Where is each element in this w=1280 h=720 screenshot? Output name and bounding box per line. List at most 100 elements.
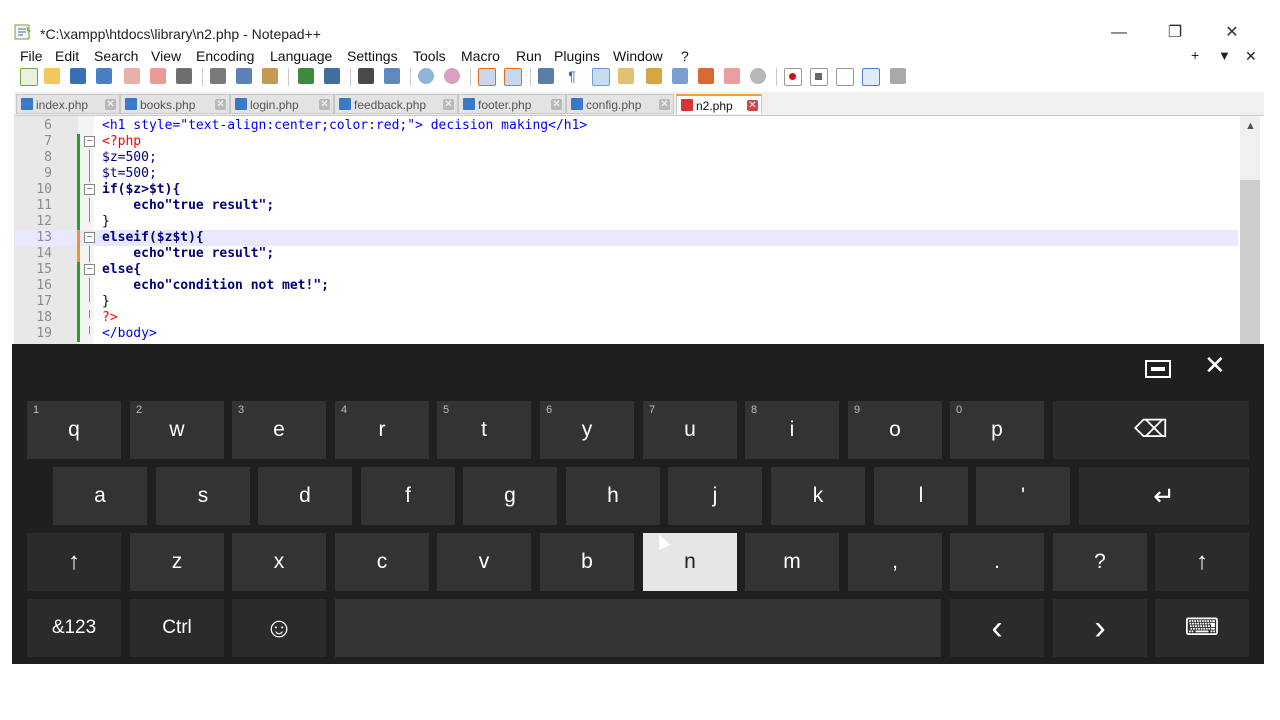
key-u[interactable]: 7u <box>643 401 737 459</box>
doc-map-icon[interactable] <box>646 68 662 84</box>
key-k[interactable]: k <box>771 467 865 525</box>
scrollbar-thumb[interactable] <box>1240 180 1260 344</box>
sync-horizontal-icon[interactable] <box>504 68 522 86</box>
tab-index-php[interactable]: index.php ✕ <box>16 94 120 114</box>
folder-workspace-icon[interactable] <box>698 68 714 84</box>
key-z[interactable]: z <box>130 533 224 591</box>
key-x[interactable]: x <box>232 533 326 591</box>
undo-icon[interactable] <box>298 68 314 84</box>
redo-icon[interactable] <box>324 68 340 84</box>
fold-collapse-icon[interactable]: − <box>84 184 95 195</box>
key-g[interactable]: g <box>463 467 557 525</box>
indent-guide-icon[interactable] <box>592 68 610 86</box>
key-d[interactable]: d <box>258 467 352 525</box>
tab-feedback-php[interactable]: feedback.php ✕ <box>334 94 458 114</box>
tab-footer-php[interactable]: footer.php ✕ <box>458 94 566 114</box>
function-list-icon[interactable] <box>672 68 688 84</box>
new-tab-icon[interactable]: + <box>1191 47 1199 63</box>
key-h[interactable]: h <box>566 467 660 525</box>
left-arrow-key[interactable]: ‹ <box>950 599 1044 657</box>
space-key[interactable] <box>335 599 941 657</box>
word-wrap-icon[interactable] <box>538 68 554 84</box>
key-s[interactable]: s <box>156 467 250 525</box>
key-q[interactable]: 1q <box>27 401 121 459</box>
paste-icon[interactable] <box>262 68 278 84</box>
key-apostrophe[interactable]: ' <box>976 467 1070 525</box>
tab-close-icon[interactable]: ✕ <box>659 99 670 110</box>
close-keyboard-icon[interactable]: ✕ <box>1204 350 1226 381</box>
monitoring-icon[interactable] <box>724 68 740 84</box>
tab-close-icon[interactable]: ✕ <box>319 99 330 110</box>
key-l[interactable]: l <box>874 467 968 525</box>
fold-collapse-icon[interactable]: − <box>84 136 95 147</box>
menu-macro[interactable]: Macro <box>461 48 500 64</box>
enter-key[interactable]: ↵ <box>1079 467 1249 525</box>
menu-edit[interactable]: Edit <box>55 48 79 64</box>
sync-vertical-icon[interactable] <box>478 68 496 86</box>
backspace-key[interactable]: ⌫ <box>1053 401 1249 459</box>
key-w[interactable]: 2w <box>130 401 224 459</box>
tab-close-icon[interactable]: ✕ <box>551 99 562 110</box>
menu-search[interactable]: Search <box>94 48 138 64</box>
close-doc-icon[interactable]: ✕ <box>1245 48 1257 65</box>
cut-icon[interactable] <box>210 68 226 84</box>
key-m[interactable]: m <box>745 533 839 591</box>
record-macro-icon[interactable] <box>784 68 802 86</box>
tab-close-icon[interactable]: ✕ <box>105 99 116 110</box>
close-file-icon[interactable] <box>124 68 140 84</box>
emoji-key[interactable]: ☺ <box>232 599 326 657</box>
tab-list-icon[interactable]: ▼ <box>1218 48 1231 63</box>
key-y[interactable]: 6y <box>540 401 634 459</box>
menu-tools[interactable]: Tools <box>413 48 446 64</box>
fold-collapse-icon[interactable]: − <box>84 264 95 275</box>
ctrl-key[interactable]: Ctrl <box>130 599 224 657</box>
stop-macro-icon[interactable] <box>810 68 828 86</box>
key-r[interactable]: 4r <box>335 401 429 459</box>
key-j[interactable]: j <box>668 467 762 525</box>
find-icon[interactable] <box>358 68 374 84</box>
menu-plugins[interactable]: Plugins <box>554 48 600 64</box>
save-icon[interactable] <box>70 68 86 84</box>
menu-file[interactable]: File <box>20 48 43 64</box>
key-question[interactable]: ? <box>1053 533 1147 591</box>
keyboard-settings-key[interactable]: ⌨ <box>1155 599 1249 657</box>
key-o[interactable]: 9o <box>848 401 942 459</box>
menu-settings[interactable]: Settings <box>347 48 398 64</box>
tab-close-icon[interactable]: ✕ <box>747 100 758 111</box>
run-macro-multiple-icon[interactable] <box>862 68 880 86</box>
restore-button[interactable]: ❐ <box>1152 22 1198 44</box>
tab-config-php[interactable]: config.php ✕ <box>566 94 674 114</box>
code-editor[interactable]: 6 <h1 style="text-align:center;color:red… <box>14 116 1264 344</box>
shift-right-key[interactable]: ↑ <box>1155 533 1249 591</box>
show-all-chars-icon[interactable]: ¶ <box>564 68 580 84</box>
menu-language[interactable]: Language <box>270 48 332 64</box>
shift-left-key[interactable]: ↑ <box>27 533 121 591</box>
key-comma[interactable]: , <box>848 533 942 591</box>
menu-help[interactable]: ? <box>681 48 689 64</box>
key-period[interactable]: . <box>950 533 1044 591</box>
key-t[interactable]: 5t <box>437 401 531 459</box>
close-all-icon[interactable] <box>150 68 166 84</box>
tab-books-php[interactable]: books.php ✕ <box>120 94 230 114</box>
menu-encoding[interactable]: Encoding <box>196 48 254 64</box>
right-arrow-key[interactable]: › <box>1053 599 1147 657</box>
tab-close-icon[interactable]: ✕ <box>443 99 454 110</box>
key-c[interactable]: c <box>335 533 429 591</box>
copy-icon[interactable] <box>236 68 252 84</box>
key-e[interactable]: 3e <box>232 401 326 459</box>
fold-collapse-icon[interactable]: − <box>84 232 95 243</box>
close-button[interactable]: ✕ <box>1209 22 1255 44</box>
key-f[interactable]: f <box>361 467 455 525</box>
key-a[interactable]: a <box>53 467 147 525</box>
save-macro-icon[interactable] <box>890 68 906 84</box>
replace-icon[interactable] <box>384 68 400 84</box>
print-icon[interactable] <box>176 68 192 84</box>
zoom-out-icon[interactable] <box>444 68 460 84</box>
open-file-icon[interactable] <box>44 68 60 84</box>
scroll-up-icon[interactable]: ▲ <box>1245 120 1256 132</box>
dock-keyboard-icon[interactable] <box>1144 356 1172 378</box>
key-i[interactable]: 8i <box>745 401 839 459</box>
save-all-icon[interactable] <box>96 68 112 84</box>
key-p[interactable]: 0p <box>950 401 1044 459</box>
tab-close-icon[interactable]: ✕ <box>215 99 226 110</box>
